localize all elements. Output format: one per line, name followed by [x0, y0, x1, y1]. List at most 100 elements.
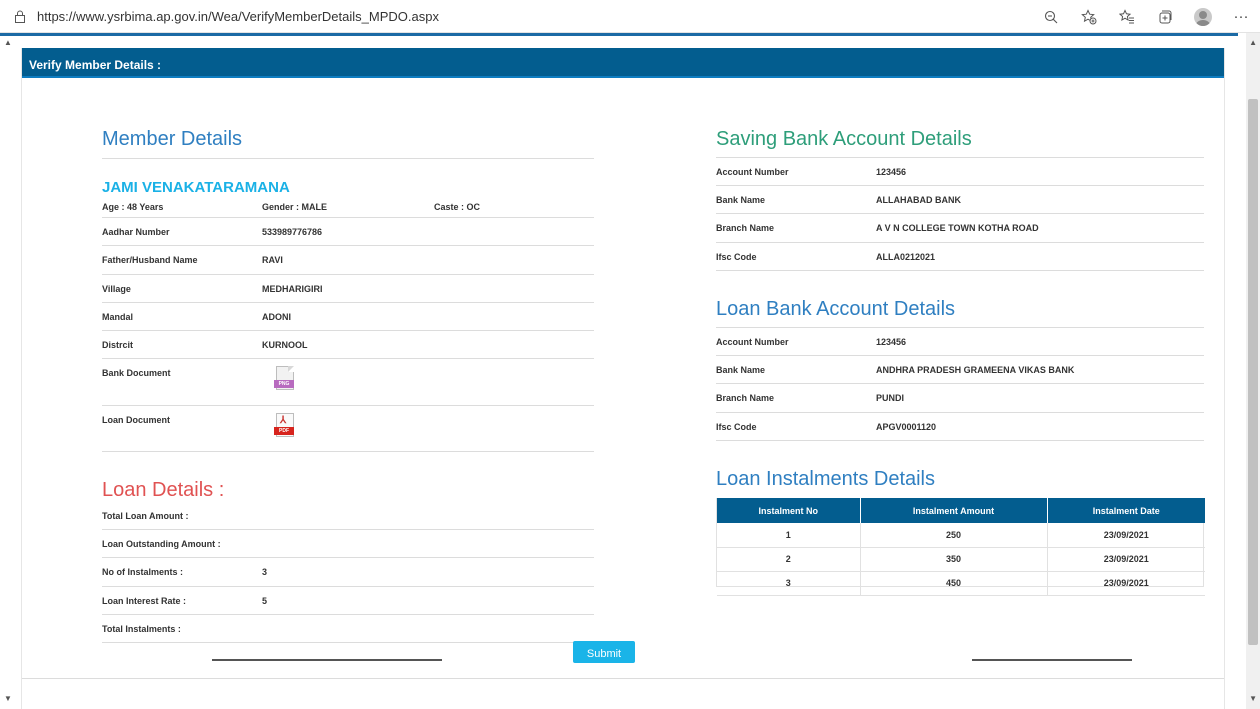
- saving-bank-row: Branch Name A V N COLLEGE TOWN KOTHA ROA…: [716, 214, 1204, 243]
- browser-address-bar: https://www.ysrbima.ap.gov.in/Wea/Verify…: [0, 0, 1260, 33]
- loan-row: Loan Interest Rate : 5: [102, 587, 594, 615]
- member-row: Father/Husband Name RAVI: [102, 246, 594, 275]
- scroll-down-arrow-icon[interactable]: ▼: [1249, 694, 1257, 703]
- mandal: ADONI: [262, 311, 291, 322]
- loan-branch-name: PUNDI: [876, 393, 905, 403]
- table-cell: 23/09/2021: [1047, 547, 1205, 572]
- loan-bank-row: Ifsc Code APGV0001120: [716, 413, 1204, 441]
- row-label: Ifsc Code: [716, 251, 757, 262]
- png-tag: PNG: [274, 380, 294, 388]
- loan-row: Loan Outstanding Amount :: [102, 530, 594, 558]
- left-column: Member Details JAMI VENAKATARAMANA Age :…: [102, 79, 594, 643]
- row-label: No of Instalments :: [102, 567, 184, 577]
- footer-divider: [22, 678, 1224, 679]
- saving-branch-name: A V N COLLEGE TOWN KOTHA ROAD: [876, 223, 1039, 233]
- saving-account-number: 123456: [876, 166, 907, 177]
- row-label: Branch Name: [716, 393, 775, 403]
- table-cell: 350: [860, 547, 1048, 572]
- table-cell: 2: [717, 547, 861, 572]
- footer-bar-right: [972, 659, 1132, 661]
- column-header: Instalment Amount: [860, 498, 1048, 523]
- member-caste: Caste : OC: [434, 201, 481, 212]
- loan-details-title: Loan Details :: [102, 479, 225, 501]
- submit-button[interactable]: Submit: [573, 641, 635, 663]
- table-row: 2 350 23/09/2021: [717, 547, 1205, 572]
- row-label: Bank Name: [716, 194, 766, 205]
- collections-icon[interactable]: [1146, 0, 1184, 33]
- row-label: Father/Husband Name: [102, 255, 198, 265]
- row-label: Total Instalments :: [102, 623, 181, 634]
- loan-bank-row: Branch Name PUNDI: [716, 384, 1204, 413]
- loan-bank-title: Loan Bank Account Details: [716, 298, 956, 320]
- village: MEDHARIGIRI: [262, 283, 323, 294]
- zoom-out-icon[interactable]: [1032, 0, 1070, 33]
- row-label: Account Number: [716, 336, 789, 347]
- vertical-scrollbar[interactable]: [1246, 33, 1260, 709]
- loan-interest-rate: 5: [262, 595, 268, 606]
- row-label: Loan Outstanding Amount :: [102, 538, 221, 549]
- lock-icon[interactable]: [13, 9, 27, 23]
- member-row: Distrcit KURNOOL: [102, 331, 594, 359]
- png-file-icon[interactable]: PNG: [274, 366, 296, 392]
- pdf-file-icon[interactable]: ⅄ PDF: [274, 413, 296, 439]
- member-details-title: Member Details: [102, 128, 243, 150]
- saving-ifsc-code: ALLA0212021: [876, 251, 936, 262]
- loan-row: Total Loan Amount :: [102, 502, 594, 530]
- table-cell: 3: [717, 571, 861, 596]
- no-of-instalments: 3: [262, 567, 268, 577]
- table-cell: 450: [860, 571, 1048, 596]
- table-cell: 23/09/2021: [1047, 571, 1205, 596]
- table-header-row: Instalment No Instalment Amount Instalme…: [717, 498, 1205, 523]
- left-scroll-down-arrow-icon[interactable]: ▼: [4, 694, 12, 703]
- member-row: Aadhar Number 533989776786: [102, 218, 594, 246]
- saving-bank-name: ALLAHABAD BANK: [876, 194, 961, 205]
- father-husband-name: RAVI: [262, 255, 283, 265]
- saving-bank-row: Account Number 123456: [716, 158, 1204, 186]
- member-age: Age : 48 Years: [102, 201, 164, 212]
- page-top-accent: [0, 33, 1238, 36]
- column-header: Instalment No: [717, 498, 861, 523]
- loan-document-row: Loan Document ⅄ PDF: [102, 406, 594, 452]
- member-gender: Gender : MALE: [262, 201, 328, 212]
- row-label: Distrcit: [102, 339, 134, 350]
- table-cell: 250: [860, 523, 1048, 548]
- loan-bank-row: Bank Name ANDHRA PRADESH GRAMEENA VIKAS …: [716, 356, 1204, 384]
- row-label: Account Number: [716, 166, 789, 177]
- table-cell: 1: [717, 523, 861, 548]
- district: KURNOOL: [262, 339, 308, 350]
- row-label: Loan Interest Rate :: [102, 595, 187, 606]
- instalments-title: Loan Instalments Details: [716, 468, 936, 490]
- loan-row: No of Instalments : 3: [102, 558, 594, 587]
- row-label: Branch Name: [716, 223, 775, 233]
- saving-bank-row: Bank Name ALLAHABAD BANK: [716, 186, 1204, 214]
- favorites-icon[interactable]: [1108, 0, 1146, 33]
- profile-avatar[interactable]: [1184, 0, 1222, 33]
- row-label: Ifsc Code: [716, 421, 757, 432]
- scrollbar-thumb[interactable]: [1248, 99, 1258, 645]
- loan-ifsc-code: APGV0001120: [876, 421, 937, 432]
- panel-title: Verify Member Details :: [22, 48, 1224, 78]
- add-favorite-icon[interactable]: [1070, 0, 1108, 33]
- aadhar-number: 533989776786: [262, 226, 323, 237]
- table-row: 3 450 23/09/2021: [717, 571, 1205, 596]
- loan-document-label: Loan Document: [102, 415, 171, 425]
- loan-bank-row: Account Number 123456: [716, 328, 1204, 356]
- divider: [102, 158, 594, 159]
- bank-document-label: Bank Document: [102, 368, 171, 378]
- loan-row: Total Instalments :: [102, 615, 594, 643]
- row-label: Aadhar Number: [102, 226, 170, 237]
- url-text[interactable]: https://www.ysrbima.ap.gov.in/Wea/Verify…: [37, 9, 439, 24]
- instalments-table: Instalment No Instalment Amount Instalme…: [717, 498, 1205, 596]
- row-label: Total Loan Amount :: [102, 510, 189, 521]
- row-label: Bank Name: [716, 364, 766, 375]
- more-icon[interactable]: ···: [1222, 0, 1260, 33]
- member-row: Village MEDHARIGIRI: [102, 275, 594, 303]
- table-row: 1 250 23/09/2021: [717, 523, 1205, 548]
- left-scroll-up-arrow-icon[interactable]: ▲: [4, 38, 12, 47]
- scroll-up-arrow-icon[interactable]: ▲: [1249, 38, 1257, 47]
- member-row: Mandal ADONI: [102, 303, 594, 331]
- table-cell: 23/09/2021: [1047, 523, 1205, 548]
- pdf-tag: PDF: [274, 427, 294, 435]
- row-label: Mandal: [102, 311, 134, 322]
- instalments-table-wrap: Instalment No Instalment Amount Instalme…: [716, 498, 1205, 596]
